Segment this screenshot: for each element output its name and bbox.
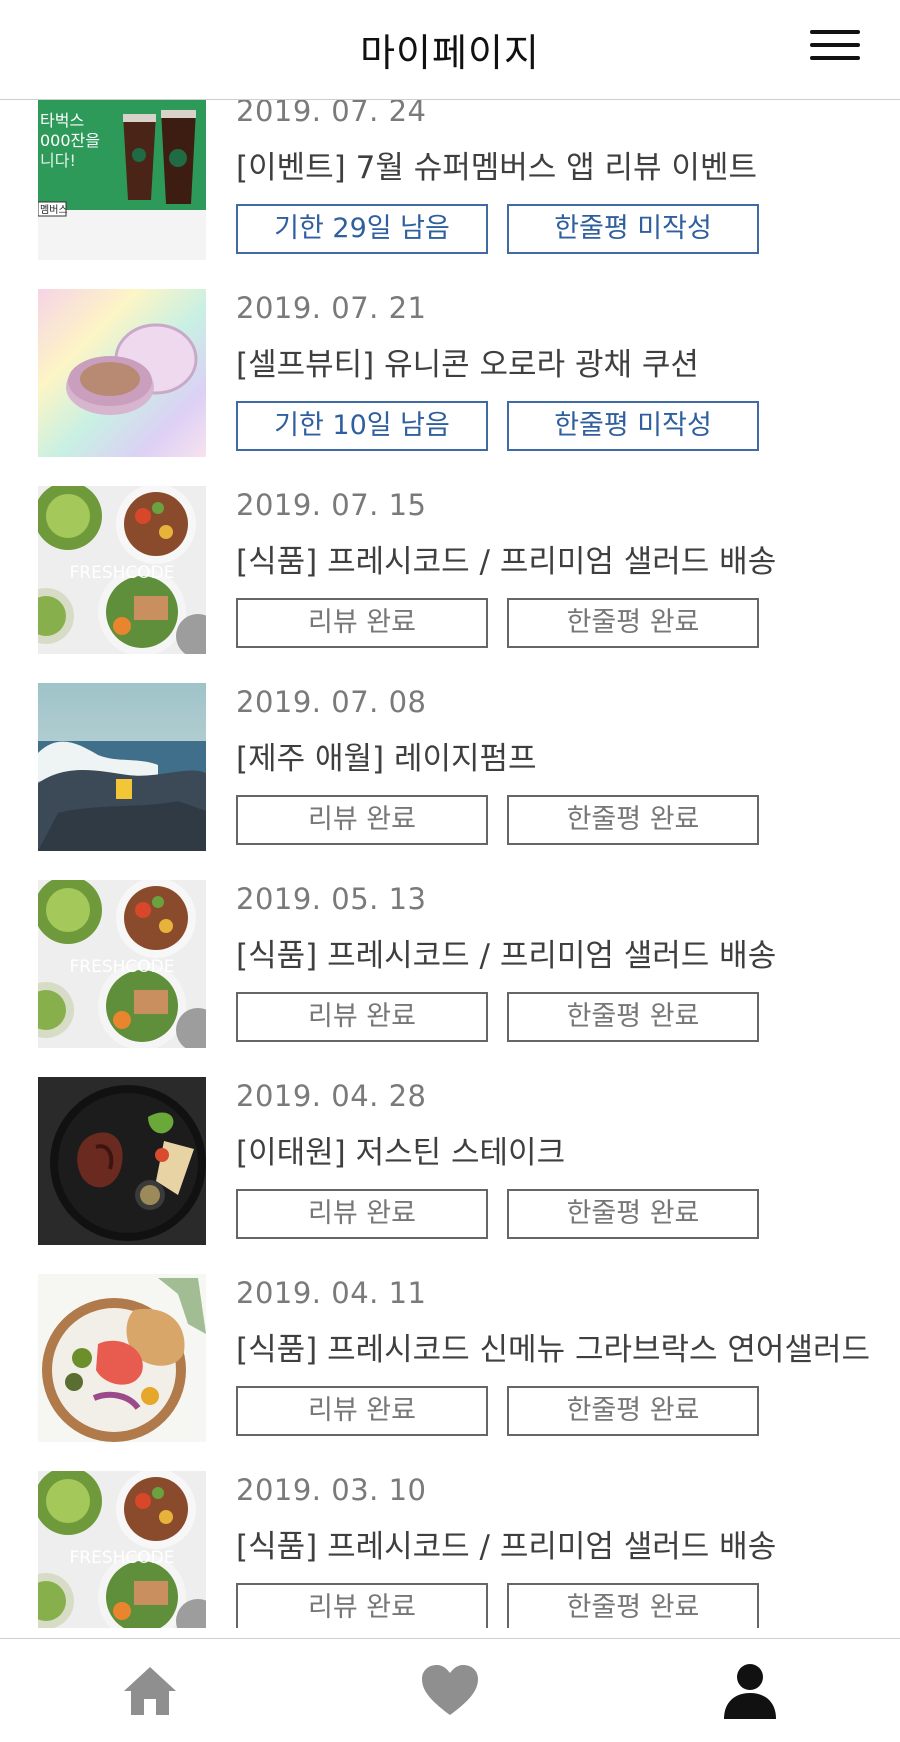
list-item[interactable]: FRESHCODE 2019. 03. 10 [식품] 프레시코드 / 프리미엄 샐… (0, 1471, 900, 1628)
campaign-title[interactable]: [이태원] 저스틴 스테이크 (236, 1127, 565, 1172)
one-line-review-button[interactable]: 한줄평 완료 (507, 1386, 759, 1436)
thumb-text: FRESHCODE (70, 957, 175, 977)
app-header: 마이페이지 (0, 0, 900, 100)
one-line-review-button[interactable]: 한줄평 완료 (507, 1189, 759, 1239)
campaign-title[interactable]: [식품] 프레시코드 / 프리미엄 샐러드 배송 (236, 536, 776, 581)
thumb-text: 니다! (40, 151, 76, 170)
campaign-date: 2019. 05. 13 (236, 882, 427, 916)
thumb-text: FRESHCODE (70, 1548, 175, 1568)
list-item[interactable]: 2019. 07. 21 [셀프뷰티] 유니콘 오로라 광채 쿠션기한 10일 남… (0, 289, 900, 486)
review-status-button[interactable]: 리뷰 완료 (236, 598, 488, 648)
campaign-thumbnail[interactable]: 타벅스 000잔을 니다! 멤버스 (38, 92, 206, 260)
user-icon[interactable] (720, 1663, 780, 1719)
review-status-button[interactable]: 기한 10일 남음 (236, 401, 488, 451)
campaign-thumbnail[interactable]: FRESHCODE (38, 486, 206, 654)
campaign-date: 2019. 04. 11 (236, 1276, 427, 1310)
thumb-text: 멤버스 (40, 204, 68, 216)
one-line-review-button[interactable]: 한줄평 미작성 (507, 204, 759, 254)
one-line-review-button[interactable]: 한줄평 완료 (507, 598, 759, 648)
campaign-thumbnail[interactable] (38, 1274, 206, 1442)
campaign-thumbnail[interactable] (38, 1077, 206, 1245)
thumb-text: 타벅스 (40, 111, 84, 130)
page-title: 마이페이지 (360, 31, 540, 75)
bottom-tab-bar (0, 1638, 900, 1742)
campaign-date: 2019. 07. 08 (236, 685, 427, 719)
campaign-title[interactable]: [셀프뷰티] 유니콘 오로라 광채 쿠션 (236, 339, 699, 384)
list-item[interactable]: FRESHCODE 2019. 05. 13 [식품] 프레시코드 / 프리미엄 샐… (0, 880, 900, 1077)
review-status-button[interactable]: 리뷰 완료 (236, 795, 488, 845)
heart-icon[interactable] (420, 1663, 480, 1719)
list-item[interactable]: FRESHCODE 2019. 07. 15 [식품] 프레시코드 / 프리미엄 샐… (0, 486, 900, 683)
home-icon[interactable] (120, 1663, 180, 1719)
one-line-review-button[interactable]: 한줄평 완료 (507, 795, 759, 845)
one-line-review-button[interactable]: 한줄평 완료 (507, 992, 759, 1042)
review-status-button[interactable]: 리뷰 완료 (236, 1583, 488, 1628)
campaign-date: 2019. 04. 28 (236, 1079, 427, 1113)
campaign-title[interactable]: [식품] 프레시코드 / 프리미엄 샐러드 배송 (236, 930, 776, 975)
thumb-text: FRESHCODE (70, 563, 175, 583)
review-status-button[interactable]: 리뷰 완료 (236, 992, 488, 1042)
thumb-text: 000잔을 (40, 131, 100, 150)
campaign-date: 2019. 07. 21 (236, 291, 427, 325)
campaign-list: 타벅스 000잔을 니다! 멤버스 2019. 07. 24 [이벤트] 7월 슈퍼멤버스… (0, 90, 900, 1628)
campaign-title[interactable]: [제주 애월] 레이지펌프 (236, 733, 537, 778)
list-item[interactable]: 2019. 04. 28 [이태원] 저스틴 스테이크리뷰 완료 한줄평 완료 (0, 1077, 900, 1274)
one-line-review-button[interactable]: 한줄평 완료 (507, 1583, 759, 1628)
list-item[interactable]: 2019. 04. 11 [식품] 프레시코드 신메뉴 그라브락스 연어샐러드리뷰… (0, 1274, 900, 1471)
campaign-title[interactable]: [식품] 프레시코드 / 프리미엄 샐러드 배송 (236, 1521, 776, 1566)
one-line-review-button[interactable]: 한줄평 미작성 (507, 401, 759, 451)
campaign-thumbnail[interactable] (38, 683, 206, 851)
campaign-thumbnail[interactable]: FRESHCODE (38, 880, 206, 1048)
campaign-date: 2019. 03. 10 (236, 1473, 427, 1507)
campaign-thumbnail[interactable]: FRESHCODE (38, 1471, 206, 1628)
campaign-title[interactable]: [이벤트] 7월 슈퍼멤버스 앱 리뷰 이벤트 (236, 142, 757, 187)
campaign-date: 2019. 07. 15 (236, 488, 427, 522)
hamburger-menu-icon[interactable] (808, 28, 862, 62)
campaign-title[interactable]: [식품] 프레시코드 신메뉴 그라브락스 연어샐러드 (236, 1324, 870, 1369)
campaign-thumbnail[interactable] (38, 289, 206, 457)
list-item[interactable]: 2019. 07. 08 [제주 애월] 레이지펌프리뷰 완료 한줄평 완료 (0, 683, 900, 880)
list-item[interactable]: 타벅스 000잔을 니다! 멤버스 2019. 07. 24 [이벤트] 7월 슈퍼멤버스… (0, 92, 900, 289)
review-status-button[interactable]: 리뷰 완료 (236, 1386, 488, 1436)
review-status-button[interactable]: 기한 29일 남음 (236, 204, 488, 254)
review-status-button[interactable]: 리뷰 완료 (236, 1189, 488, 1239)
